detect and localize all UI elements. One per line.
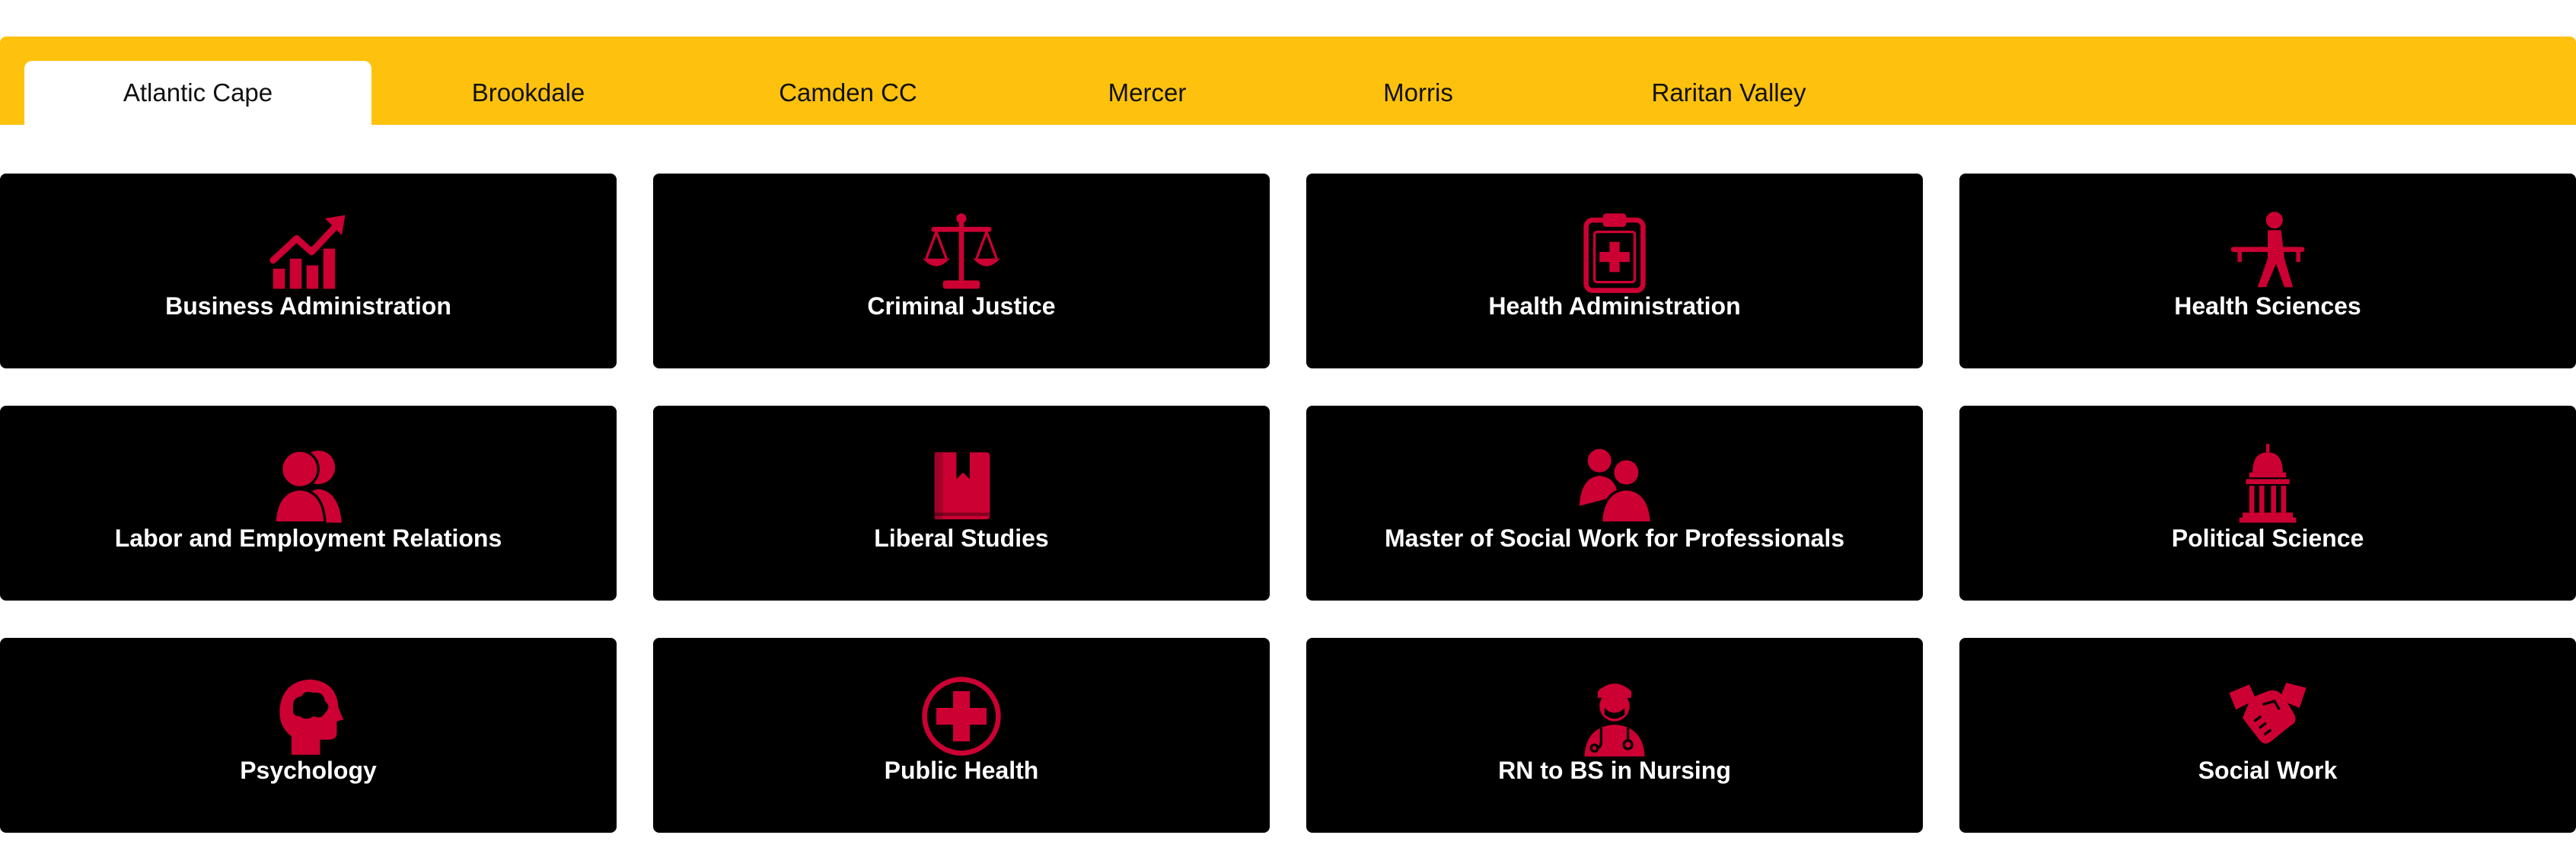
nurse-icon (1573, 674, 1656, 758)
program-label: Social Work (2198, 757, 2338, 784)
program-card-msw-professionals[interactable]: Master of Social Work for Professionals (1306, 406, 1923, 601)
program-card-rn-to-bs-nursing[interactable]: RN to BS in Nursing (1306, 638, 1923, 833)
program-label: Political Science (2171, 524, 2364, 552)
program-card-psychology[interactable]: Psychology (0, 638, 617, 833)
program-label: Labor and Employment Relations (114, 524, 502, 552)
book-icon (920, 442, 1003, 526)
scales-icon (920, 210, 1003, 294)
tab-atlantic-cape[interactable]: Atlantic Cape (24, 61, 371, 125)
program-card-labor-employment-relations[interactable]: Labor and Employment Relations (0, 406, 617, 601)
campus-tab-bar: Atlantic Cape Brookdale Camden CC Mercer… (0, 37, 2576, 125)
people-group-icon (1573, 442, 1656, 526)
head-brain-icon (266, 674, 350, 758)
tab-raritan-valley[interactable]: Raritan Valley (1577, 61, 1881, 125)
program-card-social-work[interactable]: Social Work (1959, 638, 2576, 833)
medical-cross-icon (920, 674, 1003, 758)
person-stretcher-icon (2226, 210, 2310, 294)
program-card-liberal-studies[interactable]: Liberal Studies (653, 406, 1270, 601)
tab-brookdale[interactable]: Brookdale (376, 61, 681, 125)
program-label: Master of Social Work for Professionals (1384, 524, 1844, 552)
program-card-business-administration[interactable]: Business Administration (0, 174, 617, 368)
clipboard-medical-icon (1573, 210, 1656, 294)
program-label: Health Administration (1488, 292, 1741, 320)
chart-growth-icon (266, 210, 350, 294)
program-label: Liberal Studies (874, 524, 1049, 552)
program-card-public-health[interactable]: Public Health (653, 638, 1270, 833)
program-card-political-science[interactable]: Political Science (1959, 406, 2576, 601)
program-card-criminal-justice[interactable]: Criminal Justice (653, 174, 1270, 368)
program-label: Public Health (884, 757, 1039, 784)
tab-mercer[interactable]: Mercer (995, 61, 1299, 125)
capitol-icon (2226, 442, 2310, 526)
tab-camden-cc[interactable]: Camden CC (696, 61, 1000, 125)
tab-morris[interactable]: Morris (1266, 61, 1570, 125)
handshake-icon (2226, 674, 2310, 758)
program-card-health-administration[interactable]: Health Administration (1306, 174, 1923, 368)
program-label: RN to BS in Nursing (1498, 757, 1731, 784)
program-label: Psychology (240, 757, 377, 784)
program-label: Business Administration (165, 292, 451, 320)
program-label: Criminal Justice (867, 292, 1056, 320)
people-icon (266, 442, 350, 526)
program-card-health-sciences[interactable]: Health Sciences (1959, 174, 2576, 368)
program-label: Health Sciences (2174, 292, 2361, 320)
